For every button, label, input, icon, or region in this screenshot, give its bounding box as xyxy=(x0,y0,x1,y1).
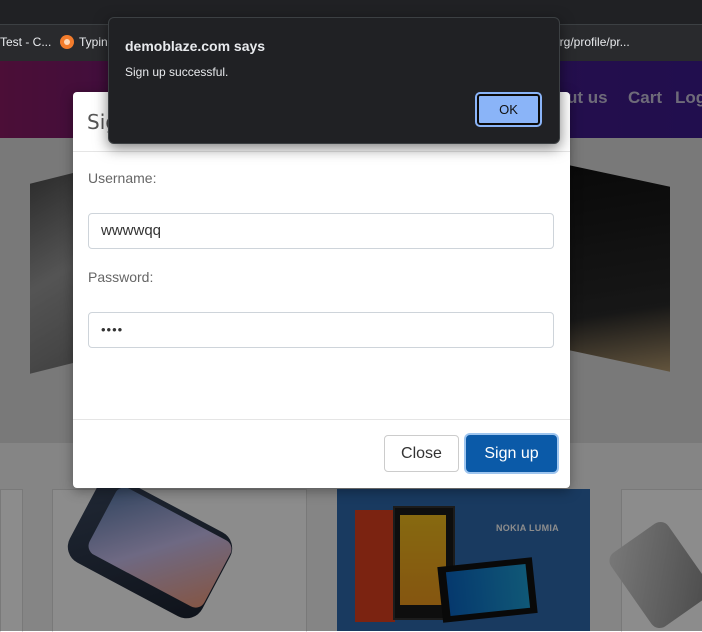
alert-dialog: demoblaze.com says Sign up successful. O… xyxy=(108,17,560,144)
bookmark-favicon-icon xyxy=(60,35,74,49)
password-label: Password: xyxy=(88,269,154,285)
alert-title: demoblaze.com says xyxy=(125,38,266,54)
ok-button[interactable]: OK xyxy=(475,92,542,127)
divider xyxy=(73,151,570,152)
password-field[interactable]: •••• xyxy=(88,312,554,348)
username-label: Username: xyxy=(88,170,157,186)
bookmark-label: Typin xyxy=(79,35,108,49)
alert-message: Sign up successful. xyxy=(125,65,229,79)
bookmark-item[interactable]: org/profile/pr... xyxy=(553,35,630,49)
close-button[interactable]: Close xyxy=(384,435,459,472)
username-field[interactable]: wwwwqq xyxy=(88,213,554,249)
bookmark-item[interactable]: Test - C... xyxy=(0,35,51,49)
signup-modal: Sig Username: wwwwqq Password: •••• Clos… xyxy=(73,92,570,488)
window-title: l xyxy=(0,0,1,10)
divider xyxy=(73,419,570,420)
sign-up-button[interactable]: Sign up xyxy=(466,435,557,472)
bookmark-item-typing[interactable]: Typin xyxy=(60,35,108,49)
